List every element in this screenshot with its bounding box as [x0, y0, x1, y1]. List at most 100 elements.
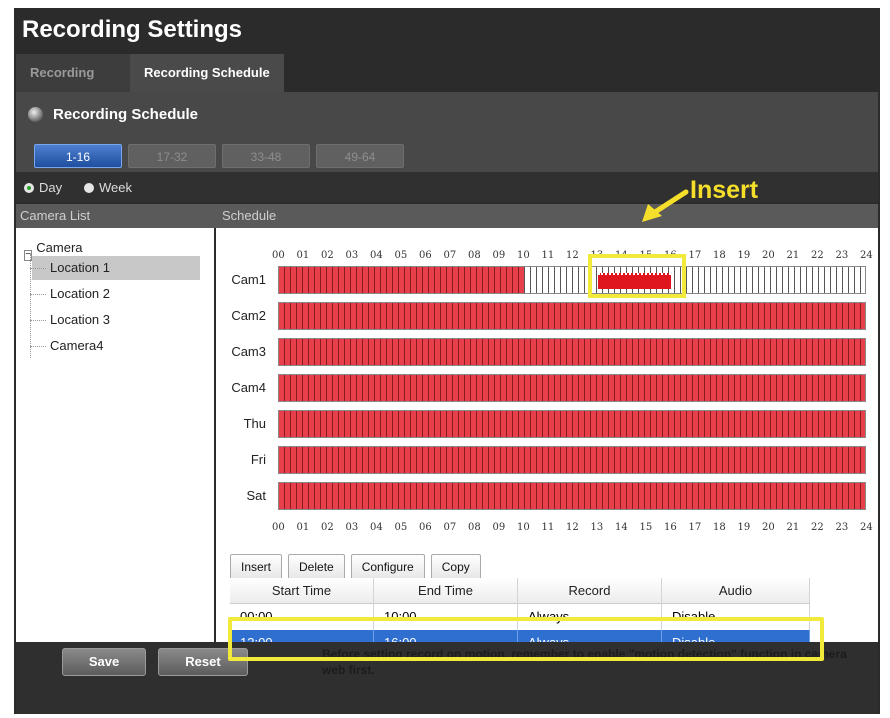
range-button-49-64[interactable]: 49-64 — [316, 144, 404, 168]
timeline-bar[interactable] — [278, 410, 866, 438]
radio-week[interactable]: Week — [84, 180, 132, 195]
save-button[interactable]: Save — [62, 648, 146, 676]
recording-settings-window: Recording Settings Recording Mode Record… — [14, 8, 880, 714]
timeline-bar[interactable] — [278, 266, 866, 294]
hour-tick-label: 24 — [860, 250, 873, 261]
row-label: Cam1 — [231, 272, 266, 287]
hour-tick-label: 18 — [713, 250, 726, 261]
hour-tick-label: 14 — [615, 522, 628, 533]
tab-recording-mode[interactable]: Recording Mode — [16, 54, 130, 118]
radio-day[interactable]: Day — [24, 180, 62, 195]
row-label: Cam4 — [231, 380, 266, 395]
timeline-bar[interactable] — [278, 302, 866, 330]
timeline-bar[interactable] — [278, 338, 866, 366]
hour-tick-label: 13 — [590, 522, 604, 533]
schedule-row: Thu — [216, 410, 876, 438]
row-label: Cam2 — [231, 308, 266, 323]
tree-line — [30, 254, 31, 358]
tree-item-location-3[interactable]: Location 3 — [30, 308, 200, 332]
insert-highlight-box — [588, 254, 686, 298]
hour-tick-label: 11 — [541, 522, 555, 533]
row-label: Cam3 — [231, 344, 266, 359]
record-segment[interactable] — [279, 483, 865, 509]
record-segment[interactable] — [279, 303, 865, 329]
record-segment[interactable] — [279, 411, 865, 437]
tree-item-location-2[interactable]: Location 2 — [30, 282, 200, 306]
column-header[interactable]: Record — [518, 578, 662, 604]
hour-tick-label: 02 — [321, 250, 334, 261]
schedule-panel: Recording Schedule 1-16 17-32 33-48 49-6… — [16, 92, 878, 172]
hour-tick-label: 10 — [517, 522, 530, 533]
hour-tick-label: 08 — [468, 522, 481, 533]
range-button-33-48[interactable]: 33-48 — [222, 144, 310, 168]
record-segment[interactable] — [279, 375, 865, 401]
schedule-pane: 00 01 02 03 04 05 06 07 08 09 10 11 12 13 14 15 16 17 18 19… — [216, 228, 878, 656]
section-title: Recording Schedule — [53, 106, 199, 123]
hour-axis-top: 00 01 02 03 04 05 06 07 08 09 10 11 12 13 14 15 16 17 18 19… — [272, 250, 876, 262]
hour-tick-label: 11 — [541, 250, 555, 261]
hour-tick-label: 01 — [296, 250, 310, 261]
hour-tick-label: 10 — [517, 250, 530, 261]
schedule-actions: Insert Delete Configure Copy — [230, 554, 481, 580]
hour-tick-label: 03 — [345, 522, 359, 533]
timeline-bar[interactable] — [278, 446, 866, 474]
schedule-row: Cam4 — [216, 374, 876, 402]
hour-tick-label: 19 — [737, 522, 751, 533]
window-title: Recording Settings — [22, 16, 243, 43]
hour-tick-label: 21 — [786, 250, 800, 261]
tree-item-label: Location 3 — [50, 312, 110, 327]
insert-button[interactable]: Insert — [230, 554, 283, 580]
column-header[interactable]: Audio — [662, 578, 810, 604]
schedule-row: Cam2 — [216, 302, 876, 330]
tree-item-label: Camera4 — [50, 338, 104, 353]
annotation-arrow-icon — [642, 189, 689, 222]
timeline-bar[interactable] — [278, 374, 866, 402]
tab-recording-schedule[interactable]: Recording Schedule — [130, 54, 284, 92]
hour-tick-label: 17 — [688, 522, 702, 533]
configure-button[interactable]: Configure — [350, 554, 425, 580]
hour-tick-label: 04 — [370, 522, 383, 533]
record-segment[interactable] — [279, 339, 865, 365]
tree-item-location-1[interactable]: Location 1 — [30, 256, 200, 280]
timeline-bar[interactable] — [278, 482, 866, 510]
hour-tick-label: 22 — [811, 522, 824, 533]
tree-item-camera4[interactable]: Camera4 — [30, 334, 200, 358]
schedule-header: Schedule — [222, 208, 277, 223]
record-segment[interactable] — [279, 447, 865, 473]
hour-tick-label: 24 — [860, 522, 873, 533]
tree-item-label: Location 1 — [50, 260, 110, 275]
hour-tick-label: 02 — [321, 522, 334, 533]
hour-tick-label: 04 — [370, 250, 383, 261]
selected-row-highlight-box — [228, 617, 824, 661]
radio-day-label: Day — [39, 180, 63, 195]
hour-tick-label: 19 — [737, 250, 751, 261]
hour-tick-label: 03 — [345, 250, 359, 261]
radio-unselected-icon — [84, 182, 94, 193]
radio-selected-icon — [24, 182, 34, 193]
row-label: Thu — [243, 416, 266, 431]
hour-tick-label: 23 — [835, 522, 849, 533]
section-header: Recording Schedule — [28, 106, 198, 123]
hour-tick-label: 12 — [566, 522, 579, 533]
hour-tick-label: 21 — [786, 522, 800, 533]
bullet-icon — [28, 107, 43, 122]
record-segment[interactable] — [279, 267, 524, 293]
hour-tick-label: 08 — [468, 250, 481, 261]
hour-tick-label: 05 — [394, 522, 408, 533]
camera-list-pane: − Camera List Location 1 Location 2 Loca… — [16, 228, 214, 642]
copy-button[interactable]: Copy — [430, 554, 481, 580]
radio-week-label: Week — [99, 180, 132, 195]
tree-item-label: Location 2 — [50, 286, 110, 301]
hour-tick-label: 20 — [762, 522, 775, 533]
hour-tick-label: 23 — [835, 250, 849, 261]
camera-list-header: Camera List — [20, 208, 91, 223]
range-button-1-16[interactable]: 1-16 — [34, 144, 122, 168]
delete-button[interactable]: Delete — [288, 554, 345, 580]
hour-tick-label: 00 — [272, 250, 285, 261]
hour-tick-label: 18 — [713, 522, 726, 533]
column-header[interactable]: End Time — [374, 578, 518, 604]
pane-headers: Camera List Schedule — [16, 204, 878, 228]
column-header[interactable]: Start Time — [230, 578, 374, 604]
range-button-17-32[interactable]: 17-32 — [128, 144, 216, 168]
hour-tick-label: 15 — [639, 522, 653, 533]
